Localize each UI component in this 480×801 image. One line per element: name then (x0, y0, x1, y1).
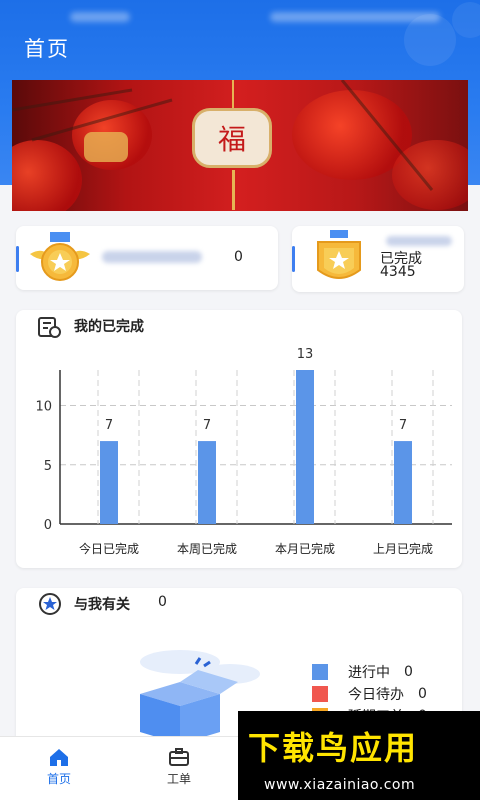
legend-item: 进行中 0 (312, 662, 413, 682)
y-tick-label: 0 (44, 518, 52, 533)
bar (394, 441, 412, 524)
star-icon (39, 593, 61, 615)
watermark-title: 下载鸟应用 (248, 729, 419, 767)
bar-value-label: 7 (399, 418, 407, 433)
legend-swatch (312, 664, 328, 680)
related-count: 0 (158, 594, 167, 610)
bar (198, 441, 216, 524)
tab-workorder-label: 工单 (166, 772, 191, 786)
watermark-url: www.xiazainiao.com (264, 777, 416, 793)
tab-home-label: 首页 (46, 772, 71, 786)
briefcase-icon (169, 748, 189, 766)
legend-value: 0 (404, 664, 413, 680)
tab-home[interactable]: 首页 (24, 747, 94, 787)
x-tick-label: 上月已完成 (373, 541, 433, 556)
legend-label: 今日待办 (348, 687, 404, 703)
legend-value: 0 (418, 686, 427, 702)
legend-label: 进行中 (348, 665, 390, 681)
x-tick-label: 本周已完成 (177, 541, 237, 556)
legend-item: 今日待办 0 (312, 684, 427, 704)
tab-workorder[interactable]: 工单 (144, 747, 214, 787)
legend-swatch (312, 686, 328, 702)
bar-value-label: 7 (203, 418, 211, 433)
y-tick-label: 5 (44, 459, 52, 474)
home-icon (50, 749, 68, 766)
x-tick-label: 本月已完成 (275, 541, 335, 556)
x-tick-label: 今日已完成 (79, 541, 139, 556)
bar-value-label: 7 (105, 418, 113, 433)
related-title: 与我有关 (74, 597, 130, 613)
bar (296, 370, 314, 524)
y-tick-label: 10 (35, 400, 52, 415)
bar (100, 441, 118, 524)
bar-value-label: 13 (297, 347, 314, 362)
watermark: 下载鸟应用 www.xiazainiao.com (238, 711, 480, 800)
